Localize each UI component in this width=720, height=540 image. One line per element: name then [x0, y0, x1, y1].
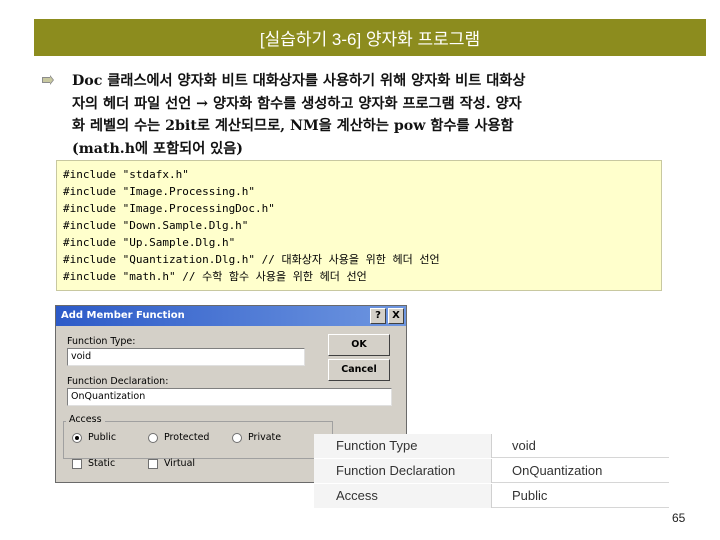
bullet-text: Doc 클래스에서 양자화 비트 대화상자를 사용하기 위해 양자화 비트 대화…	[72, 73, 526, 157]
table-row: Function Type void	[314, 434, 669, 458]
table-value: OnQuantization	[512, 463, 603, 478]
dialog-title: Add Member Function	[61, 310, 185, 321]
table-key: Function Declaration	[314, 459, 492, 483]
table-key: Access	[314, 484, 492, 508]
code-line: #include "Up.Sample.Dlg.h"	[63, 236, 236, 249]
code-line: #include "stdafx.h"	[63, 168, 189, 181]
code-line: #include "Quantization.Dlg.h" // 대화상자 사용…	[63, 253, 440, 266]
cancel-button[interactable]: Cancel	[328, 359, 390, 381]
table-row: Function Declaration OnQuantization	[314, 459, 669, 483]
static-label: Static	[88, 458, 116, 469]
private-radio[interactable]	[232, 433, 242, 443]
code-line: #include "math.h" // 수학 함수 사용을 위한 헤더 선언	[63, 270, 367, 283]
virtual-checkbox[interactable]	[148, 459, 158, 469]
bullet-arrow-icon	[42, 75, 54, 85]
protected-radio[interactable]	[148, 433, 158, 443]
virtual-label: Virtual	[164, 458, 196, 469]
function-type-input[interactable]: void	[67, 348, 305, 366]
table-value: void	[512, 438, 536, 453]
static-checkbox[interactable]	[72, 459, 82, 469]
function-type-label: Function Type:	[67, 336, 136, 347]
close-button[interactable]: X	[388, 308, 404, 324]
help-button[interactable]: ?	[370, 308, 386, 324]
function-declaration-label: Function Declaration:	[67, 376, 169, 387]
table-value: Public	[512, 488, 548, 503]
protected-label: Protected	[164, 432, 210, 443]
summary-table: Function Type void Function Declaration …	[314, 434, 669, 508]
code-line: #include "Image.ProcessingDoc.h"	[63, 202, 275, 215]
code-line: #include "Down.Sample.Dlg.h"	[63, 219, 249, 232]
code-line: #include "Image.Processing.h"	[63, 185, 256, 198]
private-label: Private	[248, 432, 282, 443]
table-key: Function Type	[314, 434, 492, 458]
page-number: 65	[672, 511, 686, 525]
function-declaration-input[interactable]: OnQuantization	[67, 388, 392, 406]
access-label: Access	[66, 414, 105, 425]
dialog-title-bar[interactable]: Add Member Function	[56, 306, 406, 326]
public-radio[interactable]	[72, 433, 82, 443]
slide-title: [실습하기 3-6] 양자화 프로그램	[34, 19, 706, 56]
public-label: Public	[88, 432, 117, 443]
ok-button[interactable]: OK	[328, 334, 390, 356]
code-block: #include "stdafx.h" #include "Image.Proc…	[56, 160, 662, 291]
table-row: Access Public	[314, 484, 669, 508]
